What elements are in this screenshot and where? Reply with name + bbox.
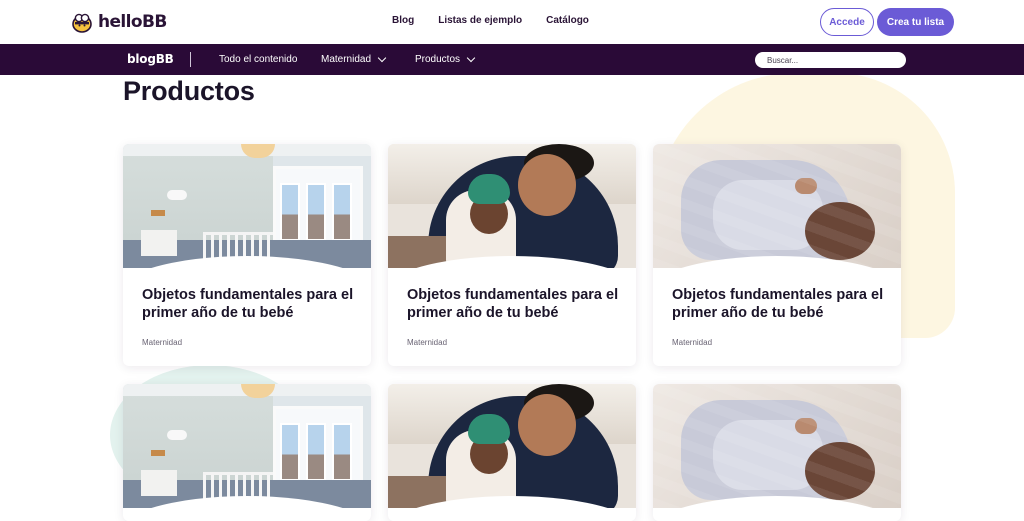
nursery-photo xyxy=(123,144,371,268)
site-header: helloBB Blog Listas de ejemplo Catálogo … xyxy=(0,0,1024,44)
main-nav: Blog Listas de ejemplo Catálogo xyxy=(392,15,613,26)
subnav-item-label: Productos xyxy=(415,54,461,65)
nav-link-catalog[interactable]: Catálogo xyxy=(546,15,589,26)
father-baby-photo xyxy=(388,144,636,268)
article-category[interactable]: Maternidad xyxy=(407,338,447,347)
blog-brand[interactable]: blogBB xyxy=(127,52,174,66)
chevron-down-icon xyxy=(466,53,476,63)
sleeping-baby-photo xyxy=(653,144,901,268)
nursery-photo xyxy=(123,384,371,508)
article-card[interactable]: Objetos fundamentales para el primer año… xyxy=(123,144,371,366)
article-card[interactable]: Objetos fundamentales para el primer año… xyxy=(388,144,636,366)
article-title[interactable]: Objetos fundamentales para el primer año… xyxy=(142,286,357,322)
article-title[interactable]: Objetos fundamentales para el primer año… xyxy=(407,286,622,322)
father-baby-photo xyxy=(388,384,636,508)
page-title: Productos xyxy=(123,76,255,106)
create-list-button[interactable]: Crea tu lista xyxy=(877,8,954,36)
search-input[interactable] xyxy=(755,52,906,68)
nav-link-blog[interactable]: Blog xyxy=(392,15,414,26)
chevron-down-icon xyxy=(377,53,387,63)
logo-text: helloBB xyxy=(98,12,167,32)
bee-logo-icon xyxy=(70,10,94,34)
article-title[interactable]: Objetos fundamentales para el primer año… xyxy=(672,286,887,322)
subnav-item-productos[interactable]: Productos xyxy=(415,53,476,65)
login-button[interactable]: Accede xyxy=(820,8,874,36)
sleeping-baby-photo xyxy=(653,384,901,508)
article-card[interactable] xyxy=(653,384,901,521)
hellobb-logo[interactable]: helloBB xyxy=(70,9,167,35)
subnav-item-maternidad[interactable]: Maternidad xyxy=(321,53,387,65)
article-card[interactable] xyxy=(123,384,371,521)
subnav-item-label: Maternidad xyxy=(321,54,372,65)
article-card[interactable]: Objetos fundamentales para el primer año… xyxy=(653,144,901,366)
article-category[interactable]: Maternidad xyxy=(142,338,182,347)
subnav-item-all-content[interactable]: Todo el contenido xyxy=(219,54,297,65)
article-category[interactable]: Maternidad xyxy=(672,338,712,347)
nav-link-example-lists[interactable]: Listas de ejemplo xyxy=(438,15,522,26)
article-card[interactable] xyxy=(388,384,636,521)
subnav-item-label: Todo el contenido xyxy=(219,54,298,65)
divider xyxy=(190,52,191,67)
